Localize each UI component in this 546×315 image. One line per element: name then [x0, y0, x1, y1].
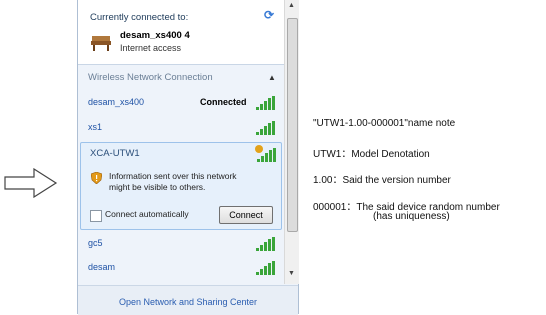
warning-shield-icon — [91, 172, 102, 184]
network-name: XCA-UTW1 — [90, 148, 140, 159]
wireless-flyout: Currently connected to: ⟳ desam_xs400 4 … — [77, 0, 299, 315]
right-arrow-icon — [4, 168, 58, 198]
signal-bars-icon — [256, 261, 276, 275]
annotation-model: UTW1：Model Denotation — [313, 149, 430, 160]
section-title: Wireless Network Connection — [88, 72, 213, 83]
connected-to-label: Currently connected to: — [90, 12, 189, 23]
scrollbar-thumb[interactable] — [287, 18, 298, 232]
network-item-gc5[interactable]: gc5 — [78, 233, 284, 257]
unsecured-signal-icon — [255, 145, 277, 162]
connected-status: Connected — [200, 97, 247, 107]
connect-automatically-label: Connect automatically — [105, 209, 189, 219]
security-warning-text: Information sent over this network might… — [109, 171, 237, 192]
annotation-version: 1.00：Said the version number — [313, 175, 451, 186]
open-network-sharing-center-link[interactable]: Open Network and Sharing Center — [78, 297, 298, 307]
network-item-desam[interactable]: desam — [78, 257, 284, 281]
network-name: xs1 — [88, 122, 103, 132]
current-network-status: Internet access — [120, 43, 182, 53]
network-item-xs1[interactable]: xs1 — [78, 117, 284, 141]
network-item-desam-xs400[interactable]: desam_xs400 Connected — [78, 92, 284, 116]
network-name: desam_xs400 — [88, 97, 145, 107]
collapse-caret-icon[interactable]: ▲ — [268, 73, 276, 82]
connect-button[interactable]: Connect — [219, 206, 273, 224]
network-name: gc5 — [88, 238, 103, 248]
selected-network-panel[interactable]: XCA-UTW1 Information sent over this netw… — [80, 142, 282, 230]
current-connection-area: Currently connected to: ⟳ desam_xs400 4 … — [78, 0, 284, 65]
current-network-name: desam_xs400 4 — [120, 30, 190, 41]
scroll-down-arrow-icon[interactable]: ▼ — [288, 270, 295, 277]
scroll-up-arrow-icon[interactable]: ▲ — [288, 2, 295, 9]
network-bench-icon — [91, 36, 111, 51]
refresh-icon[interactable]: ⟳ — [264, 8, 274, 22]
connect-automatically-checkbox[interactable] — [90, 210, 102, 222]
signal-bars-icon — [256, 237, 276, 251]
scrollbar[interactable]: ▲ ▼ — [284, 0, 299, 284]
signal-bars-icon — [256, 96, 276, 110]
network-name: desam — [88, 262, 116, 272]
annotation-uniqueness: (has uniqueness) — [373, 211, 450, 222]
annotation-name-note: "UTW1-1.00-000001"name note — [313, 118, 456, 129]
footer-bar: Open Network and Sharing Center — [78, 285, 298, 315]
signal-bars-icon — [256, 121, 276, 135]
